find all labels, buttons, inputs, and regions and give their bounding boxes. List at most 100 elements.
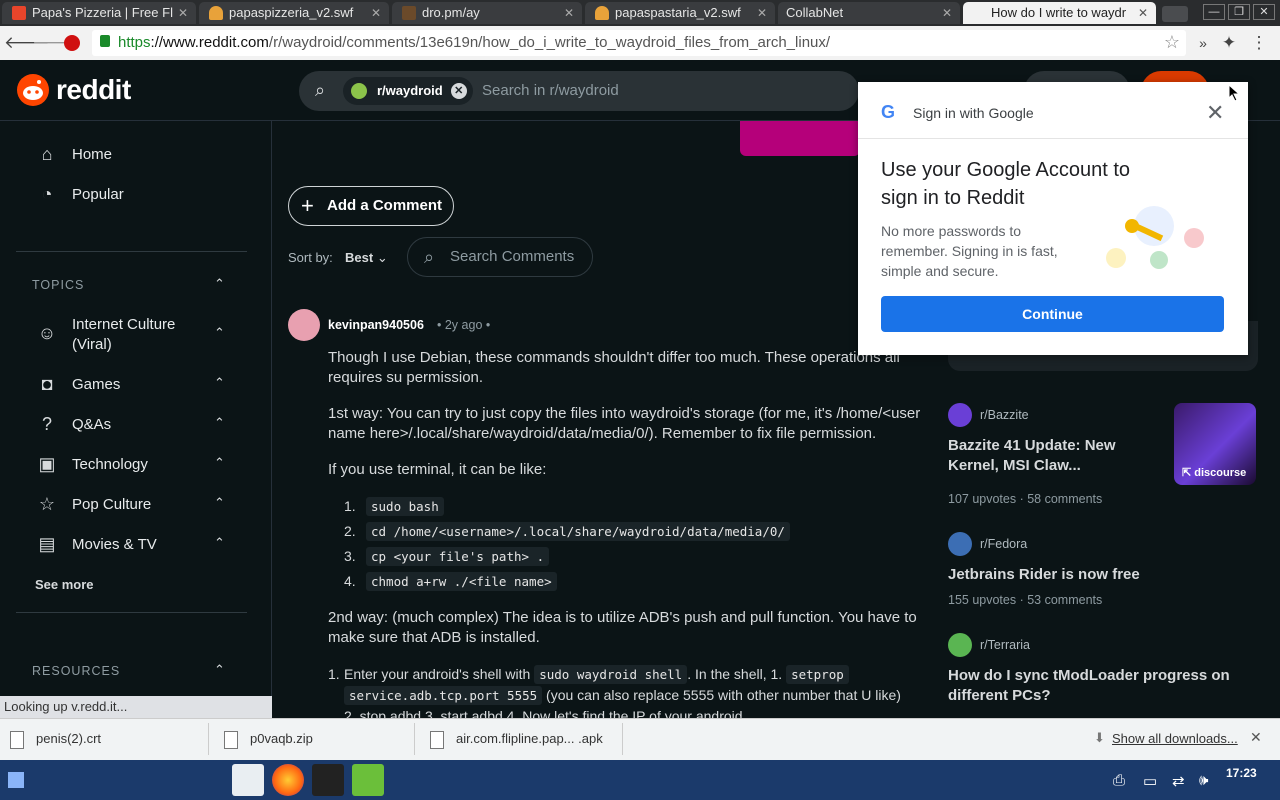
clock-time[interactable]: 17:23 xyxy=(1226,766,1257,780)
close-tab-icon[interactable]: ✕ xyxy=(564,2,574,24)
chevron-up-icon[interactable]: ⌃ xyxy=(214,662,225,678)
download-filename: air.com.flipline.pap... .apk xyxy=(456,731,603,746)
window-close-button[interactable]: ✕ xyxy=(1253,4,1275,20)
stop-loading-icon[interactable] xyxy=(64,35,80,51)
search-comments-input[interactable]: ⌕ Search Comments xyxy=(407,237,593,277)
tab-collabnet[interactable]: CollabNet ✕ xyxy=(778,2,960,24)
comment-age-text: 2y ago xyxy=(444,318,483,332)
sort-dropdown[interactable]: Best ⌄ xyxy=(345,250,388,266)
search-placeholder[interactable]: Search in r/waydroid xyxy=(482,82,619,99)
chevron-up-icon[interactable]: ⌃ xyxy=(214,535,225,551)
reddit-logo-icon[interactable] xyxy=(17,74,49,106)
back-arrow-icon[interactable]: 🡐 xyxy=(4,32,50,54)
close-tab-icon[interactable]: ✕ xyxy=(757,2,767,24)
bazzite-community-icon[interactable] xyxy=(948,403,972,427)
sidebar-item-home[interactable]: Home xyxy=(72,145,112,165)
close-tab-icon[interactable]: ✕ xyxy=(942,2,952,24)
tab-title: How do I write to waydr xyxy=(991,5,1127,20)
promo-banner[interactable] xyxy=(740,121,860,156)
comment-author[interactable]: kevinpan940506 xyxy=(328,318,424,332)
close-tab-icon[interactable]: ✕ xyxy=(178,2,188,24)
clear-chip-icon[interactable]: ✕ xyxy=(450,83,467,99)
mouse-cursor-icon xyxy=(1228,83,1241,102)
google-signin-popup: G Sign in with Google ✕ Use your Google … xyxy=(858,82,1248,355)
puzzle-extension-icon[interactable]: ✦ xyxy=(1218,32,1240,54)
download-item[interactable]: air.com.flipline.pap... .apk xyxy=(420,723,623,755)
chevron-up-icon[interactable]: ⌃ xyxy=(214,455,225,471)
subreddit-chip-label: r/waydroid xyxy=(377,83,443,98)
waydroid-icon[interactable] xyxy=(352,764,384,796)
add-comment-button[interactable]: + Add a Comment xyxy=(288,186,454,226)
list-number: 1. xyxy=(328,666,340,682)
close-icon[interactable]: ✕ xyxy=(1250,729,1262,746)
tab-papas-pizzeria[interactable]: Papa's Pizzeria | Free Fl ✕ xyxy=(2,2,196,24)
related-title[interactable]: How do I sync tModLoader progress on dif… xyxy=(948,666,1248,706)
related-title[interactable]: Jetbrains Rider is now free xyxy=(948,565,1248,585)
minimize-button[interactable]: — xyxy=(1203,4,1225,20)
resources-header[interactable]: RESOURCES xyxy=(32,664,120,678)
sidebar-item-games[interactable]: Games xyxy=(72,375,120,395)
download-item[interactable]: p0vaqb.zip xyxy=(214,723,415,755)
address-bar[interactable]: https://www.reddit.com/r/waydroid/commen… xyxy=(92,30,1186,56)
related-sub[interactable]: r/Terraria xyxy=(980,638,1030,652)
sidebar-item-internet-culture[interactable]: Internet Culture (Viral) xyxy=(72,315,192,355)
related-title[interactable]: Bazzite 41 Update: New Kernel, MSI Claw.… xyxy=(948,436,1168,476)
show-all-downloads-link[interactable]: Show all downloads... xyxy=(1112,731,1238,746)
plus-icon: + xyxy=(301,193,314,218)
url-host: ://www.reddit.com xyxy=(150,34,269,51)
network-icon[interactable]: ⇄ xyxy=(1172,772,1185,790)
terraria-community-icon[interactable] xyxy=(948,633,972,657)
close-tab-icon[interactable]: ✕ xyxy=(1138,2,1148,24)
sidebar-item-technology[interactable]: Technology xyxy=(72,455,148,475)
file-icon xyxy=(224,731,238,749)
chevron-up-icon[interactable]: ⌃ xyxy=(214,325,225,341)
display-icon[interactable]: ▭ xyxy=(1143,772,1157,790)
list-item: 2. cd /home/<username>/.local/share/waydr… xyxy=(344,521,790,542)
sidebar-item-qas[interactable]: Q&As xyxy=(72,415,111,435)
topics-header[interactable]: TOPICS xyxy=(32,278,84,292)
code-snippet: sudo waydroid shell xyxy=(534,665,688,684)
chevron-up-icon[interactable]: ⌃ xyxy=(214,276,225,292)
tab-papaspastaria-swf[interactable]: papaspastaria_v2.swf ✕ xyxy=(585,2,775,24)
sidebar-item-movies-tv[interactable]: Movies & TV xyxy=(72,535,157,555)
firefox-icon[interactable] xyxy=(272,764,304,796)
tab-papaspizzeria-swf[interactable]: papaspizzeria_v2.swf ✕ xyxy=(199,2,389,24)
left-sidebar: ⌂ Home ◔ Popular TOPICS ⌃ ☺ Internet Cul… xyxy=(0,121,272,696)
sidebar-item-popular[interactable]: Popular xyxy=(72,185,124,205)
fedora-community-icon[interactable] xyxy=(948,532,972,556)
continue-button[interactable]: Continue xyxy=(881,296,1224,332)
terminal-icon[interactable] xyxy=(312,764,344,796)
related-sub[interactable]: r/Bazzite xyxy=(980,408,1029,422)
maximize-button[interactable]: ❐ xyxy=(1228,4,1250,20)
sidebar-item-pop-culture[interactable]: Pop Culture xyxy=(72,495,151,515)
post-thumbnail[interactable]: ⇱ discourse xyxy=(1174,403,1256,485)
printer-icon[interactable]: ⎙ xyxy=(1113,772,1125,789)
volume-icon[interactable]: 🕪 xyxy=(1199,772,1208,789)
upvote-count: 155 upvotes xyxy=(948,593,1017,607)
chevron-up-icon[interactable]: ⌃ xyxy=(214,375,225,391)
bookmark-star-icon[interactable]: ☆ xyxy=(1164,32,1180,53)
start-menu-icon[interactable] xyxy=(8,772,24,788)
tab-dro-pm[interactable]: dro.pm/ay ✕ xyxy=(392,2,582,24)
chevron-up-icon[interactable]: ⌃ xyxy=(214,415,225,431)
forward-arrow-icon[interactable]: 🡒 xyxy=(32,32,78,54)
url-text: https://www.reddit.com/r/waydroid/commen… xyxy=(118,34,830,51)
see-more-link[interactable]: See more xyxy=(35,577,94,592)
menu-dots-icon[interactable]: ⋮ xyxy=(1248,32,1270,54)
close-tab-icon[interactable]: ✕ xyxy=(371,2,381,24)
related-sub[interactable]: r/Fedora xyxy=(980,537,1027,551)
tab-reddit-active[interactable]: How do I write to waydr ✕ xyxy=(963,2,1156,24)
avatar[interactable] xyxy=(288,309,320,341)
extensions-overflow-icon[interactable]: » xyxy=(1192,32,1214,54)
chevron-up-icon[interactable]: ⌃ xyxy=(214,495,225,511)
download-item[interactable]: penis(2).crt xyxy=(0,723,209,755)
file-manager-icon[interactable] xyxy=(232,764,264,796)
subreddit-filter-chip[interactable]: r/waydroid ✕ xyxy=(343,77,473,105)
reddit-wordmark[interactable]: reddit xyxy=(56,74,131,106)
code-snippet: cp <your file's path> . xyxy=(366,547,550,566)
new-tab-button[interactable] xyxy=(1162,6,1188,22)
url-path: /r/waydroid/comments/13e619n/how_do_i_wr… xyxy=(268,34,831,51)
reddit-search-bar[interactable]: ⌕ r/waydroid ✕ Search in r/waydroid xyxy=(299,71,859,111)
close-icon[interactable]: ✕ xyxy=(1206,100,1224,126)
comment-paragraph-3: If you use terminal, it can be like: xyxy=(328,461,547,478)
